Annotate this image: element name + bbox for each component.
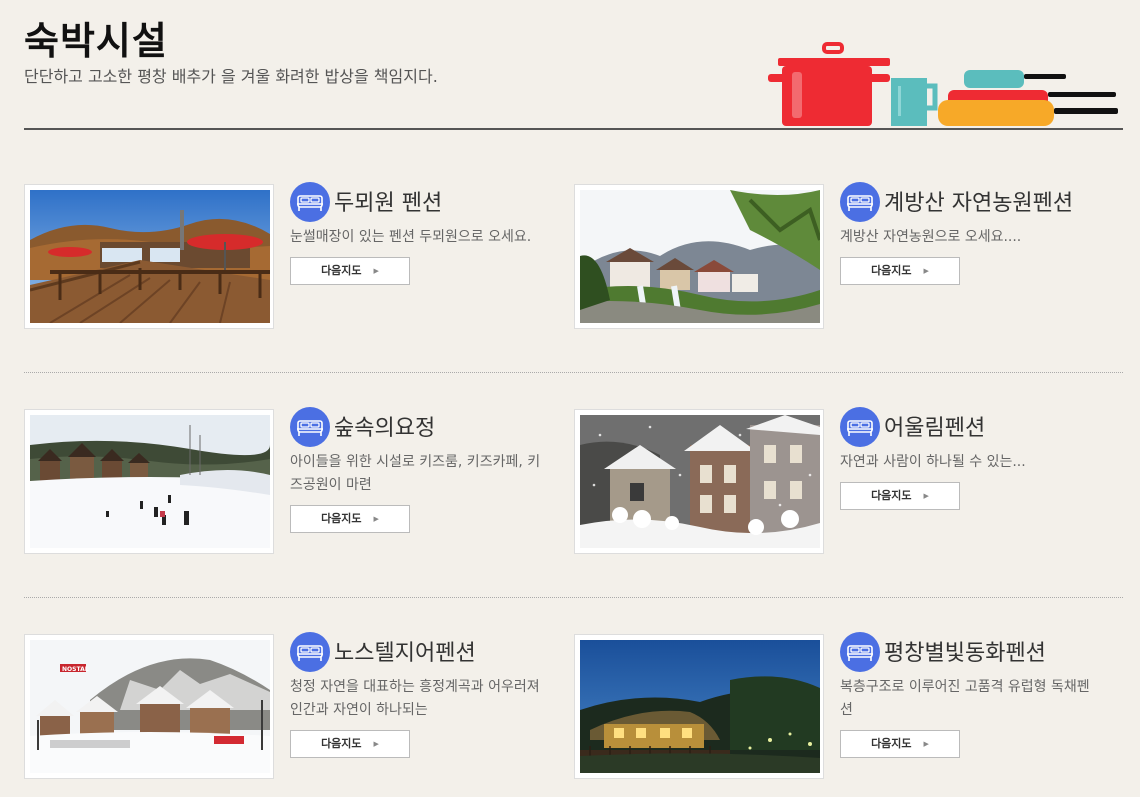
listing-row: 숲속의요정 아이들을 위한 시설로 키즈룸, 키즈카페, 키즈공원이 마련 다음… [24, 407, 1123, 554]
arrow-right-icon: ▶ [373, 740, 379, 748]
listing-card: 숲속의요정 아이들을 위한 시설로 키즈룸, 키즈카페, 키즈공원이 마련 다음… [24, 407, 554, 554]
cookware-icon [768, 42, 1118, 126]
listing-title: 평창별빛동화펜션 [840, 632, 1100, 674]
daum-map-button[interactable]: 다음지도 ▶ [290, 730, 410, 758]
button-label: 다음지도 [321, 737, 362, 750]
listing-photo[interactable] [24, 184, 274, 329]
resort-logo-text: NOSTAL [62, 666, 89, 673]
listing-card: 평창별빛동화펜션 복층구조로 이루어진 고품격 유럽형 독채펜션 다음지도 ▶ [574, 632, 1104, 779]
page-header: 숙박시설 단단하고 고소한 평창 배추가 을 겨울 화려한 밥상을 책임지다. [24, 0, 1123, 130]
button-label: 다음지도 [321, 264, 362, 277]
listing-name: 두뫼원 펜션 [334, 191, 443, 216]
listing-desc: 복층구조로 이루어진 고품격 유럽형 독채펜션 [840, 679, 1090, 718]
listing-desc: 눈썰매장이 있는 펜션 두뫼원으로 오세요. [290, 229, 532, 245]
listing-desc: 청정 자연을 대표하는 흥정계곡과 어우러져 인간과 자연이 하나되는 [290, 679, 540, 718]
wooden-deck-photo [30, 190, 270, 323]
listing-card: 두뫼원 펜션 눈썰매장이 있는 펜션 두뫼원으로 오세요. 다음지도 ▶ [24, 182, 554, 329]
bed-icon [290, 632, 330, 672]
button-label: 다음지도 [871, 489, 912, 502]
listing-name: 평창별빛동화펜션 [884, 641, 1046, 666]
bed-icon [290, 182, 330, 222]
listing-photo[interactable] [574, 184, 824, 329]
bed-icon [840, 182, 880, 222]
daum-map-button[interactable]: 다음지도 ▶ [840, 257, 960, 285]
bed-icon [290, 407, 330, 447]
listing-photo[interactable] [574, 634, 824, 779]
arrow-right-icon: ▶ [923, 740, 929, 748]
daum-map-button[interactable]: 다음지도 ▶ [290, 257, 410, 285]
listing-row: NOSTAL 노스텔지어펜션 청정 자연을 대표하는 흥정계곡과 어우러져 인간… [24, 632, 1123, 779]
daum-map-button[interactable]: 다음지도 ▶ [840, 730, 960, 758]
listing-card: NOSTAL 노스텔지어펜션 청정 자연을 대표하는 흥정계곡과 어우러져 인간… [24, 632, 554, 779]
snow-sledding-photo [30, 415, 270, 548]
button-label: 다음지도 [871, 264, 912, 277]
listing-title: 두뫼원 펜션 [290, 182, 550, 224]
listing-card: 어울림펜션 자연과 사람이 하나될 수 있는... 다음지도 ▶ [574, 407, 1104, 554]
bed-icon [840, 632, 880, 672]
listing-title: 계방산 자연농원펜션 [840, 182, 1100, 224]
arrow-right-icon: ▶ [923, 267, 929, 275]
listing-card: 계방산 자연농원펜션 계방산 자연농원으로 오세요.... 다음지도 ▶ [574, 182, 1104, 329]
listing-desc: 자연과 사람이 하나될 수 있는... [840, 454, 1026, 470]
listing-photo[interactable] [24, 409, 274, 554]
daum-map-button[interactable]: 다음지도 ▶ [290, 505, 410, 533]
village-waterfall-photo [580, 190, 820, 323]
listing-photo[interactable]: NOSTAL [24, 634, 274, 779]
listing-name: 어울림펜션 [884, 416, 986, 441]
arrow-right-icon: ▶ [373, 515, 379, 523]
winter-resort-photo: NOSTAL [30, 640, 270, 773]
button-label: 다음지도 [321, 512, 362, 525]
listing-photo[interactable] [574, 409, 824, 554]
listing-name: 계방산 자연농원펜션 [884, 191, 1074, 216]
listing-row: 두뫼원 펜션 눈썰매장이 있는 펜션 두뫼원으로 오세요. 다음지도 ▶ 계방산… [24, 182, 1123, 329]
listing-desc: 아이들을 위한 시설로 키즈룸, 키즈카페, 키즈공원이 마련 [290, 454, 541, 493]
listing-title: 어울림펜션 [840, 407, 1100, 449]
arrow-right-icon: ▶ [923, 492, 929, 500]
listing-desc: 계방산 자연농원으로 오세요.... [840, 229, 1022, 245]
night-cottage-photo [580, 640, 820, 773]
listing-title: 숲속의요정 [290, 407, 550, 449]
bed-icon [840, 407, 880, 447]
listing-title: 노스텔지어펜션 [290, 632, 550, 674]
snowy-houses-photo [580, 415, 820, 548]
page-subtitle: 단단하고 고소한 평창 배추가 을 겨울 화려한 밥상을 책임지다. [24, 67, 438, 86]
arrow-right-icon: ▶ [373, 267, 379, 275]
listing-name: 노스텔지어펜션 [334, 641, 476, 666]
daum-map-button[interactable]: 다음지도 ▶ [840, 482, 960, 510]
page-title: 숙박시설 [24, 19, 168, 63]
button-label: 다음지도 [871, 737, 912, 750]
divider [24, 372, 1123, 373]
listing-name: 숲속의요정 [334, 416, 436, 441]
divider [24, 597, 1123, 598]
